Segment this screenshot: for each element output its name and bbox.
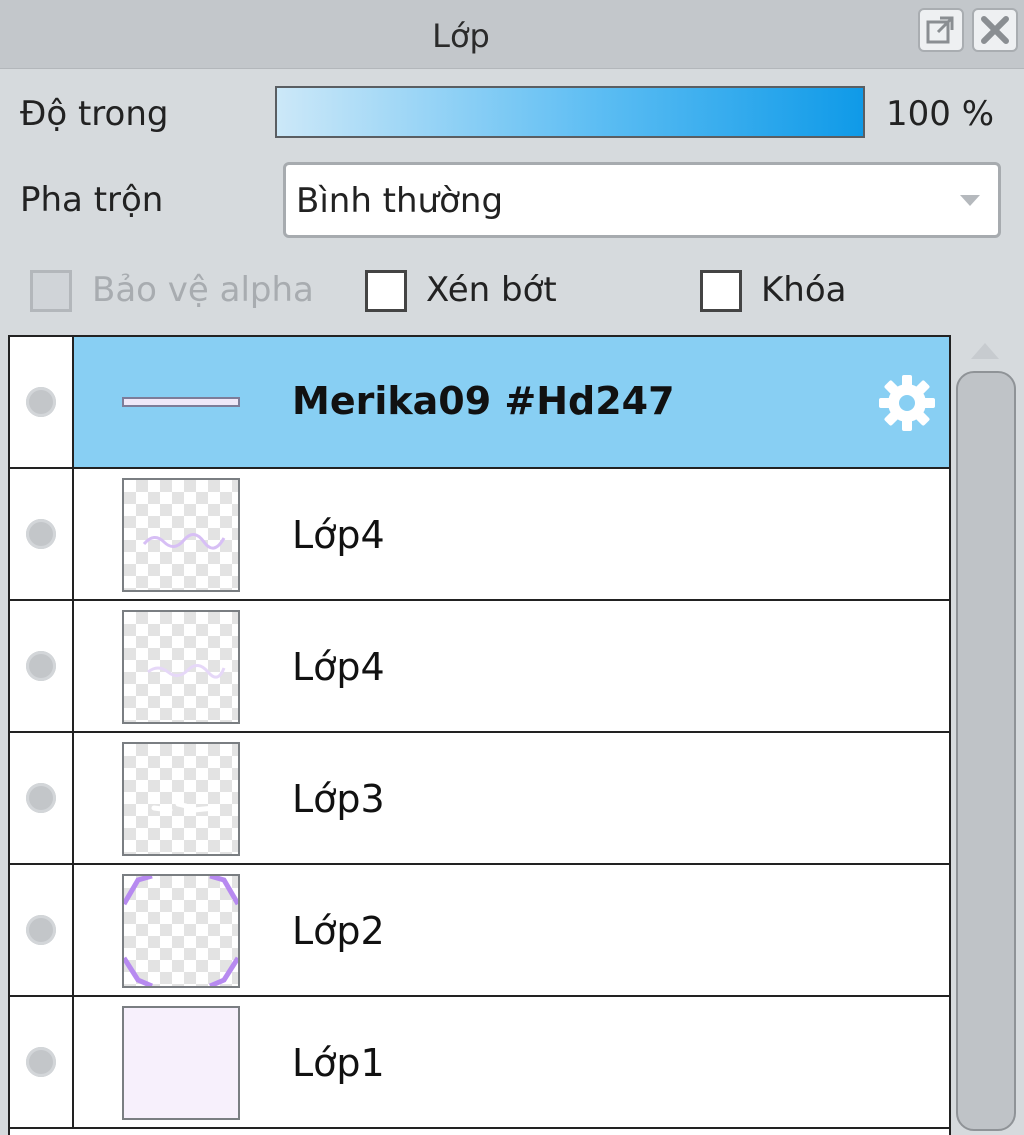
visibility-dot-icon (26, 915, 56, 945)
lock-checkbox[interactable] (700, 270, 742, 312)
lock-label: Khóa (761, 270, 847, 310)
opacity-value: 100 % (886, 94, 995, 134)
layer-row[interactable]: Lớp4 (10, 469, 949, 601)
visibility-dot-icon (26, 651, 56, 681)
scroll-up-arrow-icon[interactable] (971, 343, 999, 359)
layer-name: Merika09 #Hd247 (292, 379, 675, 423)
chevron-down-icon (960, 195, 980, 206)
layer-name: Lớp1 (292, 1041, 385, 1085)
panel-titlebar: Lớp (0, 0, 1024, 69)
layer-name: Lớp2 (292, 909, 385, 953)
layer-name: Lớp4 (292, 513, 385, 557)
layer-row[interactable]: Lớp3 (10, 733, 949, 865)
protect-alpha-label: Bảo vệ alpha (92, 270, 314, 310)
visibility-toggle[interactable] (10, 469, 74, 599)
clipping-checkbox[interactable] (365, 270, 407, 312)
protect-alpha-checkbox[interactable] (30, 270, 72, 312)
layer-row-folder[interactable]: Merika09 #Hd247 (10, 337, 949, 469)
scroll-thumb[interactable] (956, 371, 1016, 1131)
blend-mode-select[interactable]: Bình thường (283, 162, 1001, 238)
layer-name: Lớp3 (292, 777, 385, 821)
layer-thumbnail (122, 610, 240, 724)
layer-row[interactable]: Lớp1 (10, 997, 949, 1129)
blend-label: Pha trộn (20, 180, 164, 220)
close-icon (981, 16, 1009, 44)
visibility-dot-icon (26, 387, 56, 417)
layer-thumbnail (122, 874, 240, 988)
layer-thumbnail (122, 1006, 240, 1120)
layer-list: Merika09 #Hd247 Lớp4 Lớp4 Lớp3 Lớp2 Lớp1 (8, 335, 951, 1135)
layer-row[interactable]: Lớp4 (10, 601, 949, 733)
visibility-toggle[interactable] (10, 733, 74, 863)
clipping-label: Xén bớt (426, 270, 557, 310)
layer-thumbnail (122, 478, 240, 592)
visibility-toggle[interactable] (10, 337, 74, 467)
visibility-toggle[interactable] (10, 865, 74, 995)
opacity-label: Độ trong (20, 94, 169, 134)
popout-icon (926, 16, 954, 44)
layer-scrollbar[interactable] (954, 335, 1018, 1131)
layer-thumbnail (122, 742, 240, 856)
layer-row[interactable]: Lớp2 (10, 865, 949, 997)
visibility-dot-icon (26, 783, 56, 813)
visibility-dot-icon (26, 519, 56, 549)
opacity-slider[interactable] (275, 86, 865, 138)
folder-thumbnail (122, 397, 240, 407)
gear-icon[interactable] (876, 372, 938, 434)
close-button[interactable] (972, 8, 1018, 52)
visibility-toggle[interactable] (10, 997, 74, 1127)
visibility-dot-icon (26, 1047, 56, 1077)
visibility-toggle[interactable] (10, 601, 74, 731)
layer-name: Lớp4 (292, 645, 385, 689)
blend-mode-value: Bình thường (296, 181, 504, 221)
popout-button[interactable] (918, 8, 964, 52)
panel-title: Lớp (432, 17, 490, 55)
